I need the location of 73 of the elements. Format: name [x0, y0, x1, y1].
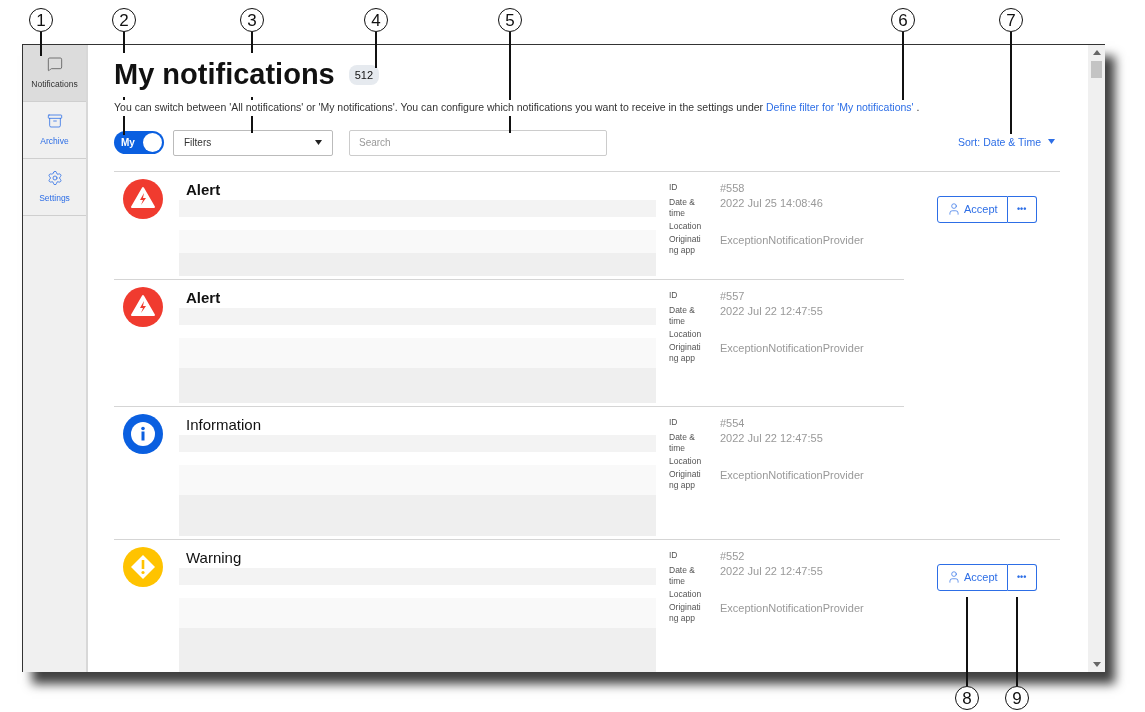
- callout-number: 3: [240, 8, 264, 32]
- detail-value: #558: [720, 181, 746, 195]
- detail-value: 2022 Jul 22 12:47:55: [720, 431, 824, 445]
- callout-number: 6: [891, 8, 915, 32]
- detail-value: 2022 Jul 22 12:47:55: [720, 304, 824, 318]
- detail-label: Location: [669, 328, 703, 340]
- accept-button[interactable]: Accept: [937, 195, 1008, 223]
- page-title: My notifications: [114, 53, 335, 97]
- detail-label: Location: [669, 455, 703, 467]
- detail-label: Date & time: [669, 196, 696, 219]
- leader-line: [902, 32, 904, 102]
- detail-label: Location: [669, 588, 703, 600]
- detail-label: Date & time: [669, 431, 696, 454]
- detail-value: ExceptionNotificationProvider: [720, 341, 865, 355]
- detail-label: Originating app: [669, 233, 702, 256]
- scroll-down-icon[interactable]: [1092, 662, 1101, 667]
- scroll-up-icon[interactable]: [1092, 50, 1101, 55]
- detail-value: #557: [720, 289, 746, 303]
- detail-label: Originating app: [669, 468, 702, 491]
- detail-label: ID: [669, 416, 679, 428]
- sidebar-item[interactable]: Archive: [23, 102, 86, 159]
- leader-line: [375, 32, 377, 68]
- callout-number: 1: [29, 8, 53, 32]
- detail-value: ExceptionNotificationProvider: [720, 233, 865, 247]
- detail-value: 2022 Jul 25 14:08:46: [720, 196, 824, 210]
- description-text: You can switch between 'All notifications' or 'My notifications'. You can configure which notifications you want to receive in the settings under Define filter for 'My notifications' .: [114, 100, 920, 116]
- sidebar-item[interactable]: Notifications: [23, 45, 86, 102]
- caret-icon: [1048, 138, 1055, 144]
- notification-title: Information: [186, 415, 263, 434]
- person-icon: [947, 202, 961, 217]
- alert-lightning-icon: [123, 178, 163, 219]
- search-field[interactable]: Search: [349, 129, 607, 156]
- my-toggle[interactable]: My: [114, 131, 164, 155]
- detail-label: Originating app: [669, 341, 702, 364]
- detail-value: 2022 Jul 22 12:47:55: [720, 564, 824, 578]
- more-button[interactable]: •••: [1007, 563, 1037, 591]
- more-button[interactable]: •••: [1007, 195, 1037, 223]
- detail-label: Originating app: [669, 601, 702, 624]
- detail-value: ExceptionNotificationProvider: [720, 468, 865, 482]
- detail-label: Location: [669, 220, 703, 232]
- chat-bubble-icon: [46, 55, 63, 72]
- person-icon: [947, 570, 961, 585]
- detail-value: ExceptionNotificationProvider: [720, 601, 865, 615]
- callout-number: 5: [498, 8, 522, 32]
- scrollbar-thumb[interactable]: [1091, 61, 1102, 78]
- callout-number: 7: [999, 8, 1023, 32]
- callout-number: 2: [112, 8, 136, 32]
- accept-button[interactable]: Accept: [937, 563, 1008, 591]
- detail-value: #552: [720, 549, 746, 563]
- filters-dropdown[interactable]: Filters: [173, 129, 333, 156]
- info-icon: [123, 413, 163, 454]
- leader-line: [40, 32, 42, 56]
- count-badge: 512: [348, 64, 380, 86]
- settings-icon: [46, 169, 63, 186]
- callout-number: 8: [955, 686, 979, 710]
- define-filter-link[interactable]: Define filter for 'My notifications': [766, 101, 914, 113]
- sort-dropdown[interactable]: Sort: Date & Time: [958, 134, 1055, 151]
- notification-title: Alert: [186, 180, 222, 199]
- notification-title: Warning: [186, 548, 243, 567]
- detail-label: ID: [669, 181, 679, 193]
- archive-box-icon: [46, 112, 63, 129]
- callout-number: 4: [364, 8, 388, 32]
- detail-label: ID: [669, 549, 679, 561]
- detail-value: #554: [720, 416, 746, 430]
- warning-icon: [123, 546, 163, 587]
- callout-number: 9: [1005, 686, 1029, 710]
- notification-title: Alert: [186, 288, 222, 307]
- detail-label: ID: [669, 289, 679, 301]
- detail-label: Date & time: [669, 304, 696, 327]
- alert-lightning-icon: [123, 286, 163, 327]
- detail-label: Date & time: [669, 564, 696, 587]
- sidebar-item[interactable]: Settings: [23, 159, 86, 216]
- caret-icon: [315, 140, 322, 146]
